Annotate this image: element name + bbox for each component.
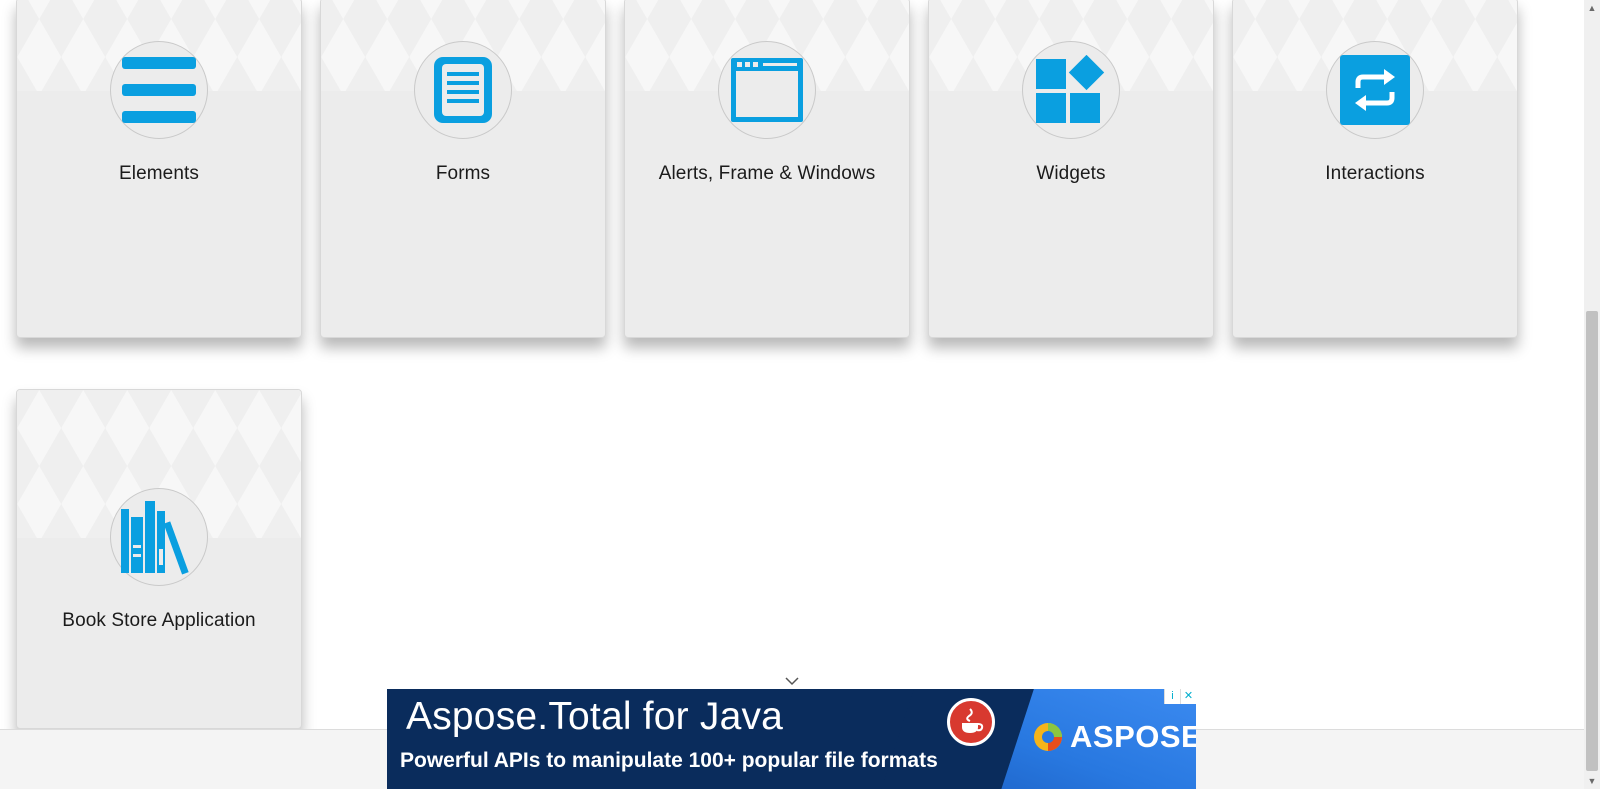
ad-info-icon[interactable]: i [1164, 689, 1180, 704]
scrollbar-thumb[interactable] [1586, 311, 1598, 771]
card-title: Elements [118, 163, 199, 184]
aspose-brand: ASPOSE [1032, 719, 1196, 755]
card-avatar [1022, 41, 1120, 139]
card-title: Book Store Application [62, 610, 256, 631]
card-avatar [110, 41, 208, 139]
ad-title: Aspose.Total for Java [406, 695, 784, 738]
card-avatar [414, 41, 512, 139]
ad-close-icon[interactable]: ✕ [1180, 689, 1196, 704]
chevron-down-icon[interactable] [784, 675, 800, 687]
scroll-up-arrow-icon[interactable]: ▲ [1587, 2, 1597, 14]
repeat-arrows-icon [1340, 55, 1410, 125]
java-logo-icon [947, 698, 995, 746]
document-form-icon [434, 57, 492, 123]
card-title: Forms [435, 163, 491, 184]
advertisement-banner[interactable]: Aspose.Total for Java Powerful APIs to m… [387, 689, 1196, 789]
hamburger-list-icon [122, 57, 196, 123]
card-avatar [110, 488, 208, 586]
card-book-store[interactable]: Book Store Application [16, 389, 302, 729]
card-forms[interactable]: Forms [320, 0, 606, 338]
card-interactions[interactable]: Interactions [1232, 0, 1518, 338]
card-avatar [1326, 41, 1424, 139]
aspose-logo-icon [1034, 723, 1062, 751]
card-alerts-frame-windows[interactable]: Alerts, Frame & Windows [624, 0, 910, 338]
vertical-scrollbar[interactable]: ▲ ▼ [1584, 0, 1600, 789]
card-elements[interactable]: Elements [16, 0, 302, 338]
ad-controls: i ✕ [1164, 689, 1196, 704]
ad-subtitle: Powerful APIs to manipulate 100+ popular… [400, 749, 938, 772]
books-icon [121, 501, 189, 575]
scroll-down-arrow-icon[interactable]: ▼ [1587, 775, 1597, 787]
browser-window-icon [731, 58, 803, 122]
widgets-blocks-icon [1036, 55, 1105, 123]
coffee-cup-icon [962, 708, 984, 733]
card-title: Widgets [1036, 163, 1106, 184]
card-avatar [718, 41, 816, 139]
card-widgets[interactable]: Widgets [928, 0, 1214, 338]
card-title: Interactions [1325, 163, 1425, 184]
ad-brand-name: ASPOSE [1070, 719, 1196, 754]
card-title: Alerts, Frame & Windows [658, 163, 876, 184]
